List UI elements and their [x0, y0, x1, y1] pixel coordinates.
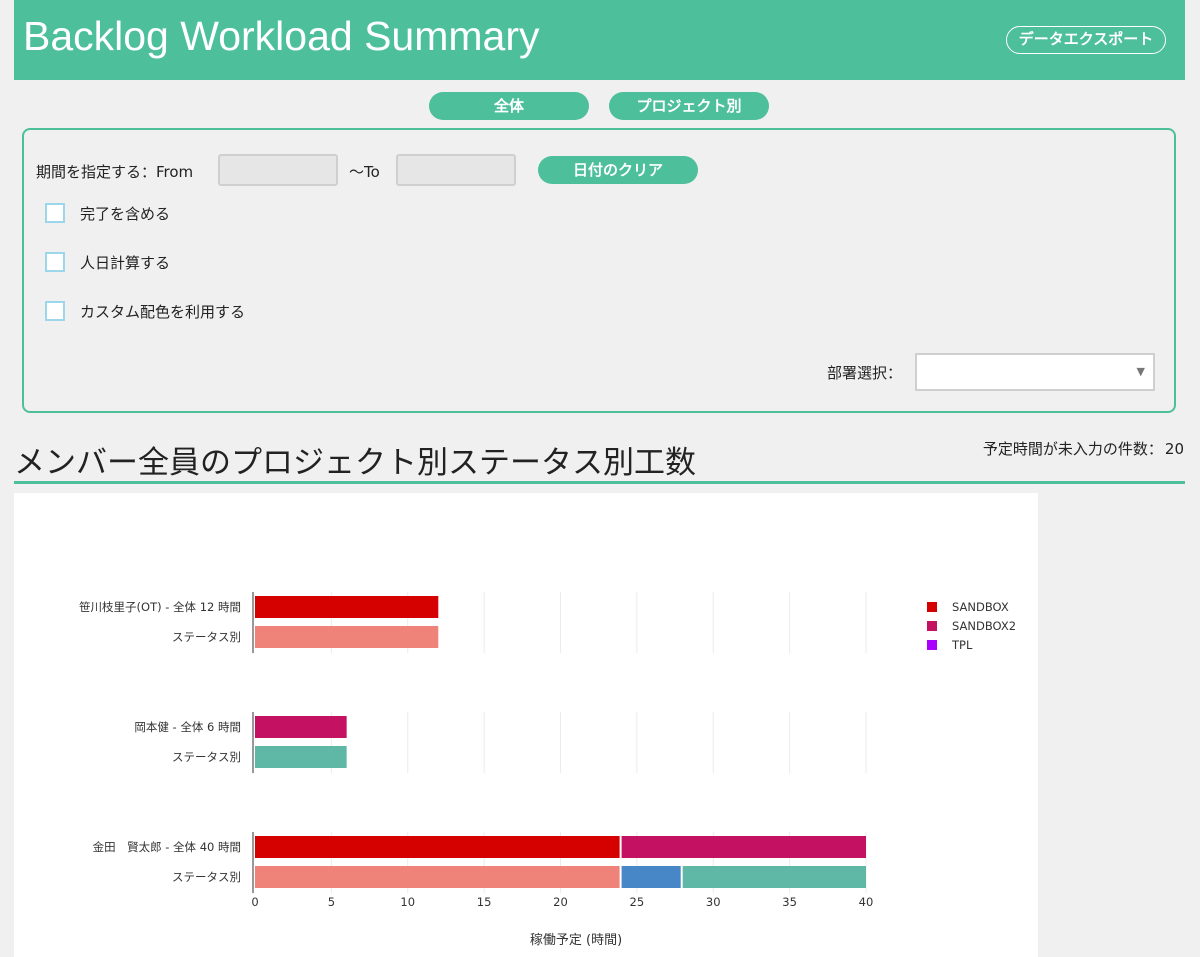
filter-panel: 期間を指定する：From 〜To 日付のクリア 完了を含める 人日計算する カス… [22, 128, 1176, 413]
legend-swatch [927, 621, 937, 631]
bar-segment [255, 836, 620, 858]
x-tick-label: 40 [859, 895, 874, 909]
to-label: 〜To [349, 163, 380, 181]
tab-all[interactable]: 全体 [429, 92, 589, 120]
person-day-label: 人日計算する [80, 254, 171, 272]
from-date-input[interactable] [218, 154, 338, 186]
custom-color-label: カスタム配色を利用する [80, 303, 246, 321]
bar-segment [255, 866, 620, 888]
chevron-down-icon: ▼ [1136, 365, 1145, 378]
department-select[interactable]: ▼ [915, 353, 1155, 391]
bar-segment [621, 836, 866, 858]
row-label: 笹川枝里子(OT) - 全体 12 時間 [79, 600, 241, 614]
include-completed-label: 完了を含める [80, 205, 171, 223]
legend-swatch [927, 602, 937, 612]
x-tick-label: 35 [782, 895, 797, 909]
row-label: 金田 賢太郎 - 全体 40 時間 [93, 840, 241, 854]
workload-chart-svg: 笹川枝里子(OT) - 全体 12 時間ステータス別岡本健 - 全体 6 時間ス… [79, 592, 1016, 948]
clear-date-button[interactable]: 日付のクリア [538, 156, 698, 184]
tab-by-project[interactable]: プロジェクト別 [609, 92, 769, 120]
row-label: 岡本健 - 全体 6 時間 [134, 720, 241, 734]
row-label: ステータス別 [172, 870, 241, 884]
person-day-checkbox[interactable] [45, 252, 65, 272]
row-label: ステータス別 [172, 750, 241, 764]
bar-segment [621, 866, 681, 888]
x-tick-label: 25 [630, 895, 645, 909]
workload-chart: 笹川枝里子(OT) - 全体 12 時間 ステータス別 岡本健 - 全体 6 時間ス… [14, 493, 1038, 957]
include-completed-checkbox[interactable] [45, 203, 65, 223]
x-tick-label: 30 [706, 895, 721, 909]
bar-segment [255, 746, 347, 768]
custom-color-checkbox[interactable] [45, 301, 65, 321]
bar-segment [255, 626, 439, 648]
app-title: Backlog Workload Summary [23, 13, 540, 59]
bar-segment [255, 716, 347, 738]
x-tick-label: 0 [251, 895, 258, 909]
department-label: 部署選択： [827, 364, 903, 382]
row-label: ステータス別 [172, 630, 241, 644]
x-tick-label: 20 [553, 895, 568, 909]
app-header: Backlog Workload Summary データエクスポート [14, 0, 1185, 80]
section-title: メンバー全員のプロジェクト別ステータス別工数 [14, 445, 696, 481]
legend-swatch [927, 640, 937, 650]
legend-label: SANDBOX [952, 600, 1009, 614]
data-export-button[interactable]: データエクスポート [1006, 26, 1166, 54]
missing-estimate-label: 予定時間が未入力の件数： [982, 440, 1163, 458]
section-divider [14, 481, 1185, 484]
x-axis-label: 稼働予定 (時間) [530, 933, 622, 948]
missing-estimate-count: 予定時間が未入力の件数： 20 [981, 438, 1184, 459]
legend-label: SANDBOX2 [952, 619, 1016, 633]
x-tick-label: 15 [477, 895, 492, 909]
to-date-input[interactable] [396, 154, 516, 186]
legend-label: TPL [951, 638, 973, 652]
bar-segment [682, 866, 866, 888]
bar-segment [255, 596, 439, 618]
missing-estimate-value: 20 [1164, 440, 1184, 458]
x-tick-label: 10 [400, 895, 415, 909]
period-label: 期間を指定する：From [36, 163, 194, 181]
x-tick-label: 5 [328, 895, 335, 909]
